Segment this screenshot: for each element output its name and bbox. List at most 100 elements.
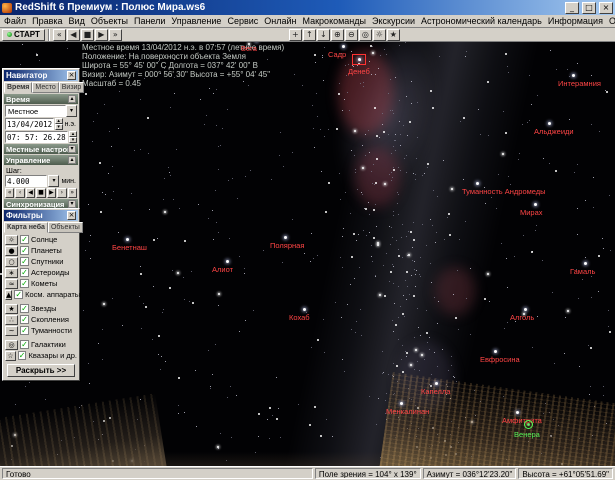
close-button[interactable]: × bbox=[599, 2, 613, 14]
object-label-11[interactable]: Гамаль bbox=[570, 268, 595, 276]
control-section-header[interactable]: Управление ▴ bbox=[4, 155, 78, 165]
menu-item-3[interactable]: Вид bbox=[66, 16, 88, 26]
menu-item-8[interactable]: Онлайн bbox=[261, 16, 299, 26]
navigator-tab-2[interactable]: Место bbox=[32, 82, 58, 93]
daylight-icon[interactable]: ☼ bbox=[373, 29, 386, 41]
object-label-12[interactable]: Кохаб bbox=[289, 314, 310, 322]
spacecraft-icon[interactable]: ▲ bbox=[5, 290, 12, 300]
menu-item-1[interactable]: Файл bbox=[1, 16, 29, 26]
sky-view[interactable]: Местное время 13/04/2012 н.э. в 07:57 (л… bbox=[0, 42, 615, 466]
maximize-button[interactable]: □ bbox=[582, 2, 596, 14]
stars-checkbox[interactable]: ✓ bbox=[20, 304, 29, 313]
stop-time-icon[interactable]: ■ bbox=[81, 29, 94, 41]
center-object-icon[interactable]: + bbox=[289, 29, 302, 41]
filters-title-bar[interactable]: Фильтры × bbox=[4, 210, 78, 221]
object-label-2[interactable]: Садр bbox=[328, 51, 346, 59]
object-label-16[interactable]: Менкалинан bbox=[386, 408, 429, 416]
satellites-checkbox[interactable]: ✓ bbox=[20, 257, 29, 266]
object-label-5[interactable]: Альджеиди bbox=[534, 128, 574, 136]
stars-icon[interactable]: ★ bbox=[5, 304, 18, 314]
fast-rewind-icon[interactable]: « bbox=[53, 29, 66, 41]
time-play-button[interactable]: ▶ bbox=[47, 188, 56, 198]
object-label-18[interactable]: Венера bbox=[514, 431, 540, 439]
object-label-6[interactable]: Туманность Андромеды bbox=[462, 188, 546, 196]
time-section-header[interactable]: Время ▴ bbox=[4, 94, 78, 104]
object-label-15[interactable]: Капелла bbox=[421, 388, 450, 396]
asteroids-icon[interactable]: ∗ bbox=[5, 268, 18, 278]
find-object-icon[interactable]: ◎ bbox=[359, 29, 372, 41]
filters-close-button[interactable]: × bbox=[67, 211, 76, 220]
time-step-forward-button[interactable]: › bbox=[57, 188, 66, 198]
clusters-icon[interactable]: ∴ bbox=[5, 315, 18, 325]
filters-tab-1[interactable]: Карта неба bbox=[4, 222, 48, 233]
step-dropdown-icon[interactable]: ▾ bbox=[48, 175, 59, 187]
pan-up-icon[interactable]: ↑ bbox=[303, 29, 316, 41]
time-spinner[interactable]: ▴▾ bbox=[69, 131, 77, 143]
object-label-3[interactable]: Денеб bbox=[348, 68, 370, 76]
stars-icon[interactable]: ★ bbox=[387, 29, 400, 41]
step-back-icon[interactable]: ◀ bbox=[67, 29, 80, 41]
sun-icon[interactable]: ☼ bbox=[5, 235, 18, 245]
minimize-button[interactable]: _ bbox=[565, 2, 579, 14]
time-zone-dropdown-icon[interactable]: ▾ bbox=[66, 105, 77, 117]
nebulae-icon[interactable]: ~ bbox=[5, 326, 18, 336]
navigator-close-button[interactable]: × bbox=[67, 71, 76, 80]
zoom-in-icon[interactable]: ⊕ bbox=[331, 29, 344, 41]
comets-checkbox[interactable]: ✓ bbox=[20, 279, 29, 288]
time-step-back-button[interactable]: ‹ bbox=[15, 188, 24, 198]
local-settings-section-header[interactable]: Местные настройки ▾ bbox=[4, 144, 78, 154]
object-label-1[interactable]: Вега bbox=[241, 45, 257, 53]
spacecraft-checkbox[interactable]: ✓ bbox=[14, 290, 23, 299]
object-label-8[interactable]: Бенетнаш bbox=[112, 244, 147, 252]
sun-checkbox[interactable]: ✓ bbox=[20, 235, 29, 244]
date-spinner[interactable]: ▴▾ bbox=[55, 118, 63, 130]
start-button[interactable]: СТАРТ bbox=[2, 29, 45, 41]
comets-icon[interactable]: ≈ bbox=[5, 279, 18, 289]
quasars-icon[interactable]: ☆ bbox=[5, 351, 16, 361]
local-settings-collapse-icon[interactable]: ▾ bbox=[68, 145, 76, 153]
fast-forward-icon[interactable]: » bbox=[109, 29, 122, 41]
asteroids-checkbox[interactable]: ✓ bbox=[20, 268, 29, 277]
menu-item-4[interactable]: Объекты bbox=[88, 16, 131, 26]
navigator-title-bar[interactable]: Навигатор × bbox=[4, 70, 78, 81]
menu-item-6[interactable]: Управление bbox=[168, 16, 224, 26]
galaxies-checkbox[interactable]: ✓ bbox=[20, 340, 29, 349]
quasars-checkbox[interactable]: ✓ bbox=[18, 351, 27, 360]
satellites-icon[interactable]: ○ bbox=[5, 257, 18, 267]
planets-checkbox[interactable]: ✓ bbox=[20, 246, 29, 255]
pan-down-icon[interactable]: ↓ bbox=[317, 29, 330, 41]
play-time-icon[interactable]: ▶ bbox=[95, 29, 108, 41]
control-collapse-icon[interactable]: ▴ bbox=[68, 156, 76, 164]
menu-item-9[interactable]: Макрокоманды bbox=[300, 16, 369, 26]
object-label-4[interactable]: Интерамния bbox=[558, 80, 601, 88]
navigator-tab-1[interactable]: Время bbox=[4, 82, 32, 93]
galaxies-icon[interactable]: ◎ bbox=[5, 340, 18, 350]
clusters-checkbox[interactable]: ✓ bbox=[20, 315, 29, 324]
menu-item-2[interactable]: Правка bbox=[29, 16, 65, 26]
time-field[interactable]: 07: 57: 26.28 bbox=[5, 131, 68, 143]
time-stop-button[interactable]: ■ bbox=[36, 188, 45, 198]
menu-item-11[interactable]: Астрономический календарь bbox=[418, 16, 545, 26]
object-label-13[interactable]: Алголь bbox=[510, 314, 534, 322]
menu-item-10[interactable]: Экскурсии bbox=[369, 16, 418, 26]
menu-item-5[interactable]: Панели bbox=[131, 16, 168, 26]
time-zone-select[interactable]: Местное ▾ bbox=[5, 105, 77, 117]
object-label-17[interactable]: Амфитрита bbox=[502, 417, 542, 425]
time-section-collapse-icon[interactable]: ▴ bbox=[68, 95, 76, 103]
menu-item-12[interactable]: Информация bbox=[545, 16, 606, 26]
filters-tab-2[interactable]: Объекты bbox=[48, 222, 83, 233]
date-field[interactable]: 13/04/2012 bbox=[5, 118, 54, 130]
object-label-14[interactable]: Евфросина bbox=[480, 356, 520, 364]
menu-item-13[interactable]: Окно bbox=[606, 16, 615, 26]
object-label-9[interactable]: Полярная bbox=[270, 242, 304, 250]
step-value-field[interactable]: 4.000 bbox=[5, 175, 47, 187]
time-fast-forward-button[interactable]: » bbox=[68, 188, 77, 198]
zoom-out-icon[interactable]: ⊖ bbox=[345, 29, 358, 41]
object-label-7[interactable]: Мирах bbox=[520, 209, 543, 217]
menu-item-7[interactable]: Сервис bbox=[224, 16, 261, 26]
sync-collapse-icon[interactable]: ▾ bbox=[68, 200, 76, 208]
planets-icon[interactable]: ● bbox=[5, 246, 18, 256]
planet-marker[interactable] bbox=[524, 420, 533, 429]
nebulae-checkbox[interactable]: ✓ bbox=[20, 326, 29, 335]
object-label-10[interactable]: Алиот bbox=[212, 266, 233, 274]
